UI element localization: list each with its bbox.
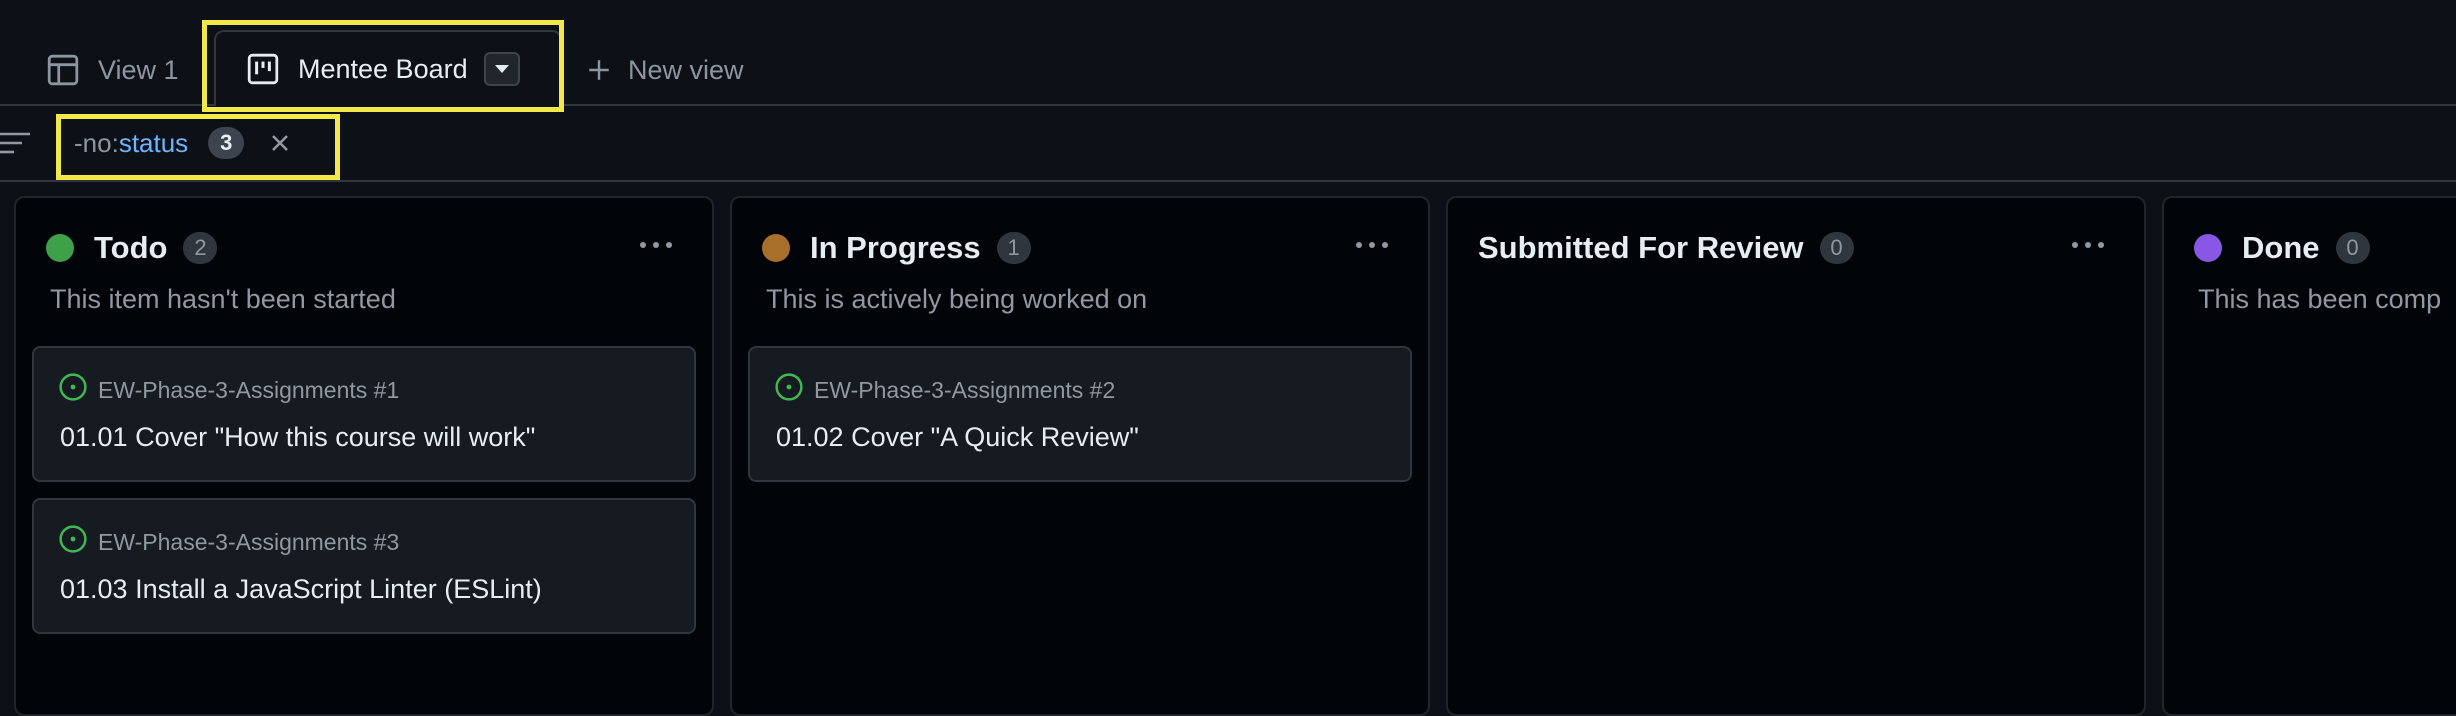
- issue-card[interactable]: EW-Phase-3-Assignments #3 01.03 Install …: [32, 498, 696, 634]
- issue-opened-icon: [58, 372, 98, 408]
- table-icon: [46, 53, 80, 87]
- view-tab-bar: View 1 Mentee Board New view: [0, 0, 2456, 106]
- column-header: In Progress 1: [762, 228, 1031, 268]
- caret-down-icon: [494, 65, 509, 73]
- card-title[interactable]: 01.02 Cover "A Quick Review": [776, 422, 1139, 453]
- board-column-todo: Todo 2 This item hasn't been started EW-…: [14, 196, 714, 716]
- card-meta: EW-Phase-3-Assignments #2: [774, 372, 1115, 408]
- column-item-count: 0: [1819, 232, 1854, 264]
- issue-card[interactable]: EW-Phase-3-Assignments #2 01.02 Cover "A…: [748, 346, 1412, 482]
- view-options-button[interactable]: [483, 52, 520, 86]
- tab-mentee-board[interactable]: Mentee Board: [214, 30, 562, 106]
- card-meta: EW-Phase-3-Assignments #1: [58, 372, 399, 408]
- card-repo-ref[interactable]: EW-Phase-3-Assignments #2: [814, 377, 1115, 404]
- x-icon[interactable]: [270, 133, 290, 153]
- issue-card[interactable]: EW-Phase-3-Assignments #1 01.01 Cover "H…: [32, 346, 696, 482]
- filter-result-count: 3: [208, 127, 245, 159]
- status-color-dot: [46, 234, 74, 262]
- new-view-button[interactable]: New view: [586, 40, 744, 100]
- column-description: This is actively being worked on: [766, 284, 1148, 314]
- issue-opened-icon: [58, 524, 98, 560]
- filter-qualifier: -no:: [74, 127, 119, 158]
- board-column-submitted-for-review: Submitted For Review 0: [1446, 196, 2146, 716]
- column-description: This has been comp: [2198, 284, 2442, 314]
- column-title: In Progress: [810, 230, 981, 265]
- new-view-label: New view: [628, 54, 744, 85]
- card-title[interactable]: 01.03 Install a JavaScript Linter (ESLin…: [60, 574, 542, 605]
- column-title: Todo: [94, 230, 168, 265]
- column-title: Submitted For Review: [1478, 230, 1804, 265]
- column-header: Done 0: [2194, 228, 2370, 268]
- tab-view-1[interactable]: View 1: [46, 40, 179, 100]
- card-repo-ref[interactable]: EW-Phase-3-Assignments #3: [98, 529, 399, 556]
- column-item-count: 2: [183, 232, 218, 264]
- card-repo-ref[interactable]: EW-Phase-3-Assignments #1: [98, 377, 399, 404]
- filter-query[interactable]: -no: status 3: [74, 126, 290, 160]
- filter-icon[interactable]: [0, 130, 30, 161]
- card-meta: EW-Phase-3-Assignments #3: [58, 524, 399, 560]
- status-color-dot: [2194, 234, 2222, 262]
- board-icon: [246, 52, 280, 86]
- tab-view-1-label: View 1: [98, 54, 179, 85]
- tab-mentee-board-label: Mentee Board: [298, 53, 468, 84]
- column-more-options-button[interactable]: [636, 238, 676, 252]
- board-column-in-progress: In Progress 1 This is actively being wor…: [730, 196, 1430, 716]
- column-header: Todo 2: [46, 228, 218, 268]
- column-item-count: 1: [996, 232, 1031, 264]
- column-item-count: 0: [2335, 232, 2370, 264]
- board-column-done: Done 0 This has been comp: [2162, 196, 2456, 716]
- filter-bar: -no: status 3: [0, 106, 2456, 182]
- status-color-dot: [762, 234, 790, 262]
- column-more-options-button[interactable]: [2068, 238, 2108, 252]
- column-title: Done: [2242, 230, 2320, 265]
- column-header: Submitted For Review 0: [1478, 228, 1854, 268]
- filter-value: status: [118, 127, 189, 158]
- card-title[interactable]: 01.01 Cover "How this course will work": [60, 422, 535, 453]
- plus-icon: [586, 57, 612, 83]
- issue-opened-icon: [774, 372, 814, 408]
- column-description: This item hasn't been started: [50, 284, 396, 314]
- column-more-options-button[interactable]: [1352, 238, 1392, 252]
